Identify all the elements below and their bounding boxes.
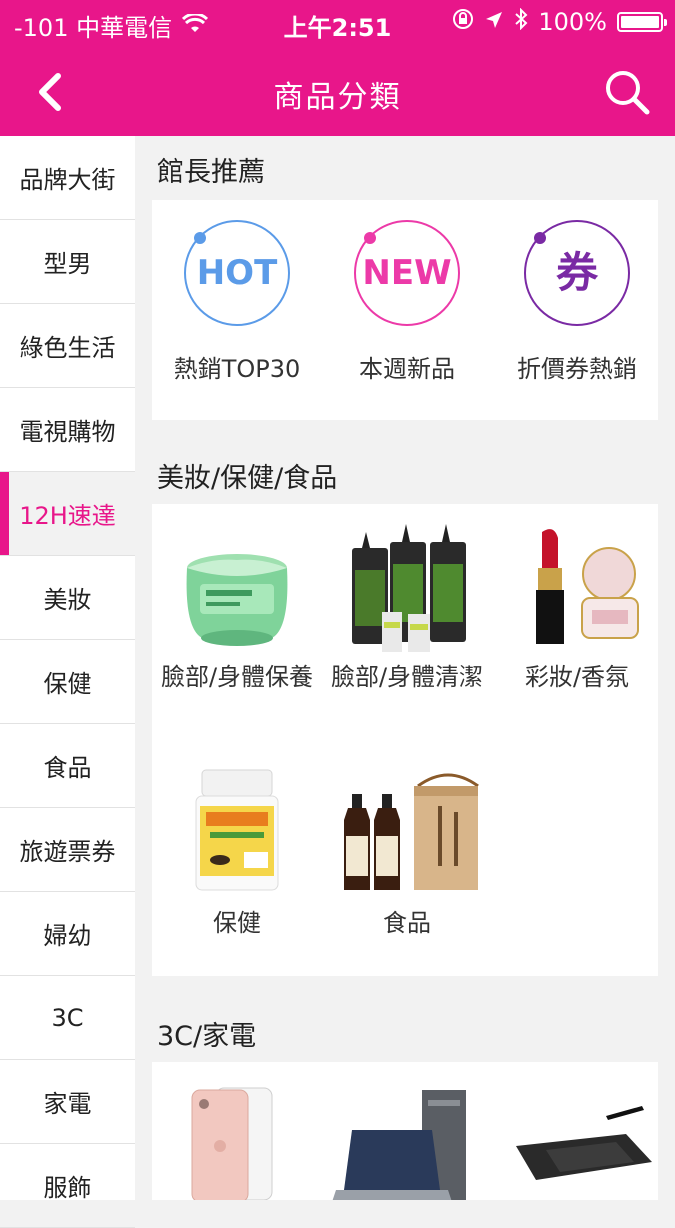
tile-drawing-tablets[interactable] [492,1062,662,1200]
sidebar-item-health[interactable]: 保健 [0,640,135,724]
sidebar-item-label: 保健 [43,670,92,698]
tile-label: 食品 [383,909,431,937]
sidebar-item-mother-baby[interactable]: 婦幼 [0,892,135,976]
sidebar-item-tv-shopping[interactable]: 電視購物 [0,388,135,472]
tile-face-body-care[interactable]: 臉部/身體保養 [152,518,322,728]
sidebar-item-label: 家電 [43,1090,92,1118]
tile-new-this-week[interactable]: NEW 本週新品 [322,220,492,400]
3c-appliances-card [152,1062,658,1200]
tile-smartphones[interactable] [152,1062,322,1200]
battery-icon [617,12,667,32]
badge-text: 券 [555,248,598,297]
smartphone-image [191,1087,273,1200]
sidebar-item-label: 品牌大街 [19,166,116,194]
tile-label: 本週新品 [359,355,455,383]
badge-dot [364,232,376,244]
sidebar-item-label: 型男 [43,250,92,278]
sidebar-item-label: 旅遊票券 [19,838,116,866]
sidebar-item-beauty[interactable]: 美妝 [0,556,135,640]
status-bar: -101 中華電信 上午2:51 100% [0,0,675,46]
soy-sauce-gift-image [344,773,479,890]
battery-percent: 100% [538,8,607,36]
sidebar-item-label: 綠色生活 [19,334,116,362]
tile-label: 保健 [213,909,261,937]
coupon-badge-icon: 券 [524,220,630,326]
cleanser-bottles-image [352,524,466,652]
recommended-card: HOT 熱銷TOP30 NEW 本週新品 券 折價券熱銷 [152,200,658,420]
sidebar-item-12h-delivery[interactable]: 12H速達 [0,472,135,556]
badge-text: NEW [362,253,452,293]
desktop-laptop-image [332,1090,466,1200]
tile-makeup-fragrance[interactable]: 彩妝/香氛 [492,518,662,728]
sidebar-item-label: 食品 [43,754,92,782]
sidebar-item-label: 服飾 [43,1174,92,1202]
sidebar-item-green-living[interactable]: 綠色生活 [0,304,135,388]
sidebar-item-label: 12H速達 [19,502,116,530]
sidebar-item-label: 婦幼 [43,922,92,950]
cream-jar-image [186,554,288,646]
tile-health[interactable]: 保健 [152,766,322,966]
sidebar-item-appliances[interactable]: 家電 [0,1060,135,1144]
tile-label: 臉部/身體清潔 [330,663,484,691]
bluetooth-icon [514,7,528,36]
section-title-3c-appliances: 3C/家電 [157,1021,257,1052]
sidebar-item-menswear[interactable]: 型男 [0,220,135,304]
tile-face-body-cleanse[interactable]: 臉部/身體清潔 [322,518,492,728]
page-title: 商品分類 [273,80,402,115]
tile-coupon-bestsellers[interactable]: 券 折價券熱銷 [492,220,662,400]
sidebar-item-3c[interactable]: 3C [0,976,135,1060]
category-content: 館長推薦 HOT 熱銷TOP30 NEW 本週新品 券 折價券熱銷 美妝/保健/… [135,136,675,1200]
section-title-recommended: 館長推薦 [157,157,265,188]
sidebar-item-label: 電視購物 [19,418,116,446]
new-badge-icon: NEW [354,220,460,326]
supplement-bottle-image [195,769,279,891]
badge-text: HOT [196,253,278,293]
sidebar-item-label: 美妝 [43,586,92,614]
badge-dot [194,232,206,244]
badge-dot [534,232,546,244]
tile-label: 折價券熱銷 [517,355,637,383]
tile-label: 臉部/身體保養 [160,663,314,691]
tile-label: 熱銷TOP30 [173,355,301,383]
hot-badge-icon: HOT [184,220,290,326]
drawing-tablet-image [516,1106,652,1180]
search-button[interactable] [603,68,651,116]
sidebar-item-label: 3C [51,1003,84,1032]
tile-label: 彩妝/香氛 [524,663,630,691]
location-icon [484,8,504,36]
tile-hot-top30[interactable]: HOT 熱銷TOP30 [152,220,322,400]
sidebar-item-apparel[interactable]: 服飾 [0,1144,135,1228]
nav-bar: 商品分類 [0,46,675,136]
beauty-health-food-card: 臉部/身體保養 臉部/身體清潔 彩妝/香氛 保健 食品 [152,504,658,976]
sidebar-item-travel-tickets[interactable]: 旅遊票券 [0,808,135,892]
section-title-beauty-health-food: 美妝/保健/食品 [157,463,338,494]
category-sidebar: 品牌大街 型男 綠色生活 電視購物 12H速達 美妝 保健 食品 旅遊票券 婦幼… [0,136,135,1228]
rotation-lock-icon [452,8,474,36]
tile-computers[interactable] [322,1062,492,1200]
status-right: 100% [452,7,667,36]
search-icon [606,71,650,115]
sidebar-item-food[interactable]: 食品 [0,724,135,808]
lipstick-perfume-image [536,529,639,644]
sidebar-item-brand-street[interactable]: 品牌大街 [0,136,135,220]
tile-food[interactable]: 食品 [322,766,492,966]
